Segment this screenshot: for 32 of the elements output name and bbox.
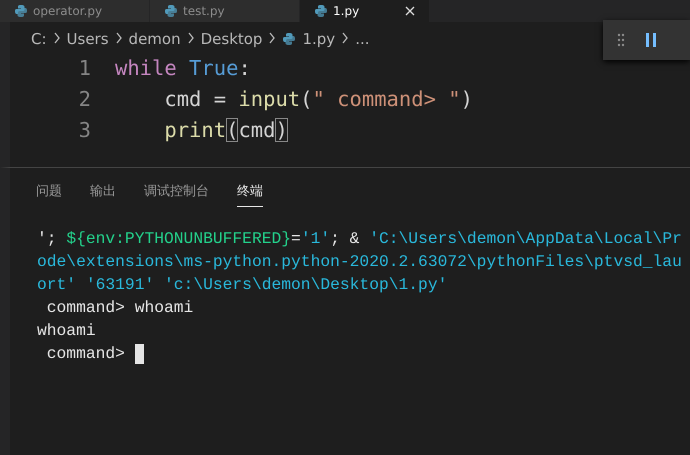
code-line: cmd = input(" command> ") [163, 86, 473, 110]
editor-tab[interactable]: test.py [150, 0, 300, 22]
editor-tab[interactable]: 1.py [300, 0, 430, 22]
panel-tab[interactable]: 问题 [36, 182, 62, 207]
panel-tab[interactable]: 终端 [237, 182, 263, 207]
grip-icon[interactable] [617, 33, 625, 47]
panel-tab[interactable]: 调试控制台 [144, 182, 209, 207]
panel-tab[interactable]: 输出 [90, 182, 116, 207]
line-number: 1 [78, 56, 92, 80]
python-file-icon [14, 4, 28, 18]
breadcrumb-more[interactable]: ... [355, 30, 370, 48]
breadcrumb-item[interactable]: Desktop [200, 30, 262, 48]
line-number: 2 [78, 86, 92, 110]
editor-tab[interactable]: operator.py [0, 0, 150, 22]
python-file-icon [314, 4, 328, 18]
code-line: while True: [115, 56, 251, 80]
line-number: 3 [78, 118, 92, 142]
breadcrumb-item[interactable]: 1.py [302, 30, 336, 48]
terminal-line: ort' '63191' 'c:\Users\demon\Desktop\1.py' [37, 275, 448, 294]
terminal-line: ode\extensions\ms-python.python-2020.2.63072\pythonFiles\ptvsd_lau [37, 252, 682, 271]
pause-icon[interactable] [645, 32, 657, 48]
terminal-line: '; ${env:PYTHONUNBUFFERED}='1'; & 'C:\Users\demon\AppData\Local\Pr [37, 229, 682, 248]
terminal-line: whoami [37, 321, 96, 340]
breadcrumb-item[interactable]: demon [128, 30, 181, 48]
close-icon[interactable] [405, 6, 415, 16]
python-file-icon [164, 4, 178, 18]
python-file-icon [282, 32, 296, 46]
code-line: print(cmd) [163, 118, 288, 142]
breadcrumb-item[interactable]: C: [31, 30, 47, 48]
breadcrumb-item[interactable]: Users [66, 30, 109, 48]
terminal-line: command> whoami [46, 298, 194, 317]
terminal-line: command> [46, 344, 126, 363]
